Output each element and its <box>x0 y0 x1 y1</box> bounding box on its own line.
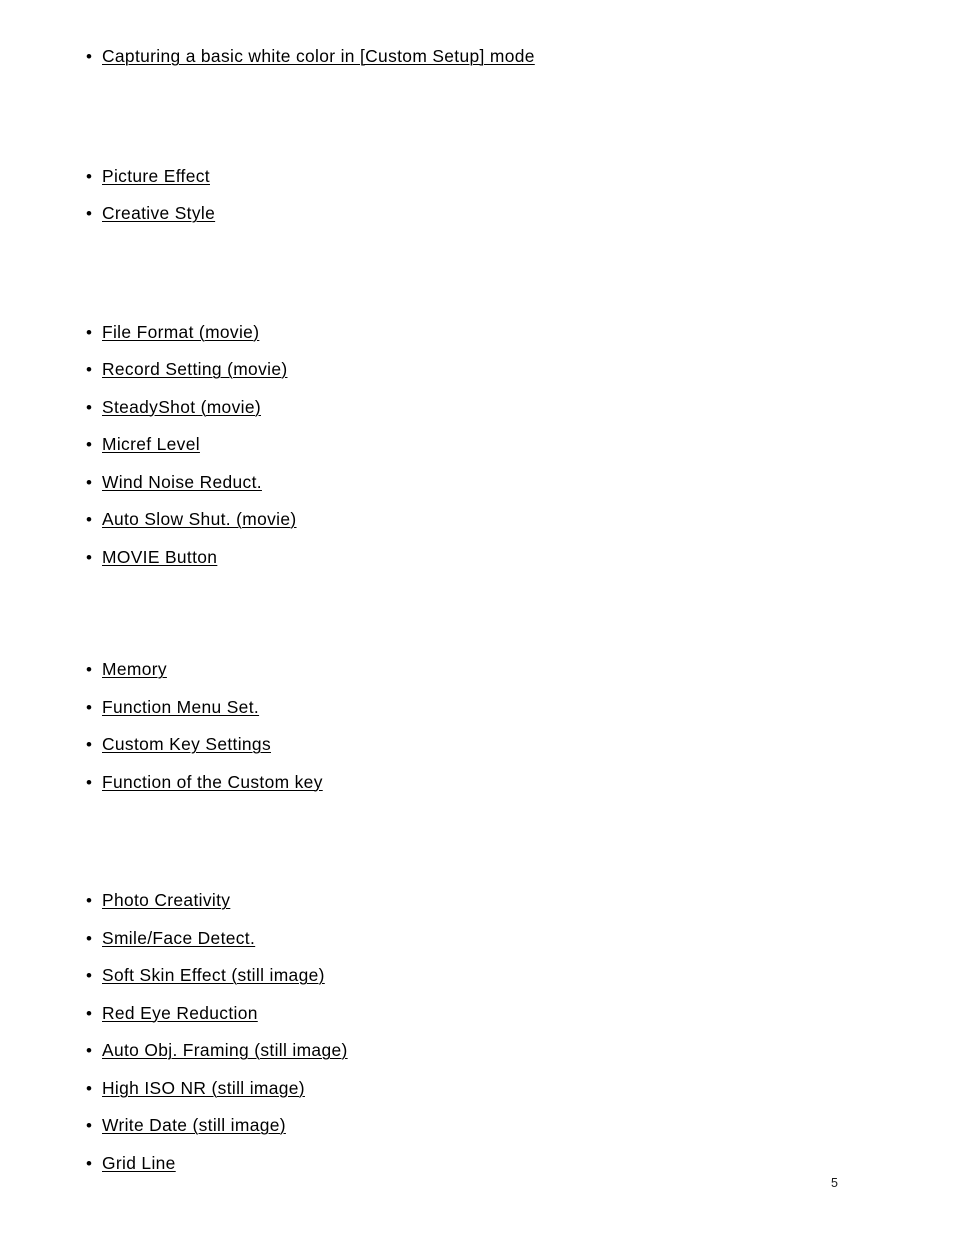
list-item[interactable]: • Function of the Custom key <box>0 764 954 802</box>
bullet-icon: • <box>86 697 92 717</box>
document-page: • Capturing a basic white color in [Cust… <box>0 0 954 1235</box>
toc-link[interactable]: Wind Noise Reduct. <box>102 472 262 492</box>
toc-link[interactable]: Smile/Face Detect. <box>102 928 255 948</box>
bullet-icon: • <box>86 1116 92 1135</box>
bullet-icon: • <box>86 928 92 948</box>
toc-link[interactable]: Capturing a basic white color in [Custom… <box>102 46 535 66</box>
toc-group-white-balance: • Capturing a basic white color in [Cust… <box>0 0 954 76</box>
toc-link[interactable]: Auto Slow Shut. (movie) <box>102 509 297 529</box>
toc-group-movie-settings: • File Format (movie) • Record Setting (… <box>0 233 954 577</box>
bullet-icon: • <box>86 772 92 792</box>
list-item[interactable]: • SteadyShot (movie) <box>0 389 954 427</box>
list-item[interactable]: • Photo Creativity <box>0 882 954 920</box>
toc-link[interactable]: Function Menu Set. <box>102 697 259 717</box>
bullet-icon: • <box>86 322 92 342</box>
toc-link[interactable]: Custom Key Settings <box>102 734 271 754</box>
bullet-icon: • <box>86 360 92 379</box>
toc-link[interactable]: SteadyShot (movie) <box>102 397 261 417</box>
list-item[interactable]: • Memory <box>0 651 954 689</box>
toc-link[interactable]: Write Date (still image) <box>102 1115 286 1135</box>
toc-group-custom-settings: • Memory • Function Menu Set. • Custom K… <box>0 576 954 801</box>
toc-group-still-image-settings: • Photo Creativity • Smile/Face Detect. … <box>0 801 954 1182</box>
page-number: 5 <box>831 1176 838 1190</box>
toc-link[interactable]: Memory <box>102 659 167 679</box>
toc-link[interactable]: Function of the Custom key <box>102 772 323 792</box>
bullet-icon: • <box>86 660 92 679</box>
toc-link[interactable]: Red Eye Reduction <box>102 1003 258 1023</box>
list-item[interactable]: • Function Menu Set. <box>0 689 954 727</box>
toc-link[interactable]: Auto Obj. Framing (still image) <box>102 1040 348 1060</box>
toc-link[interactable]: MOVIE Button <box>102 547 217 567</box>
bullet-icon: • <box>86 735 92 754</box>
list-item[interactable]: • Custom Key Settings <box>0 726 954 764</box>
list-item[interactable]: • High ISO NR (still image) <box>0 1070 954 1108</box>
bullet-icon: • <box>86 472 92 492</box>
bullet-icon: • <box>86 435 92 454</box>
list-item[interactable]: • Creative Style <box>0 195 954 233</box>
list-item[interactable]: • Write Date (still image) <box>0 1107 954 1145</box>
toc-link[interactable]: Micref Level <box>102 434 200 454</box>
bullet-icon: • <box>86 204 92 223</box>
toc-link[interactable]: Creative Style <box>102 203 215 223</box>
bullet-icon: • <box>86 510 92 529</box>
bullet-icon: • <box>86 1041 92 1060</box>
list-item[interactable]: • Capturing a basic white color in [Cust… <box>0 38 954 76</box>
bullet-icon: • <box>86 1078 92 1098</box>
toc-group-picture-style: • Picture Effect • Creative Style <box>0 76 954 233</box>
bullet-icon: • <box>86 47 92 66</box>
list-item[interactable]: • Micref Level <box>0 426 954 464</box>
bullet-icon: • <box>86 397 92 417</box>
toc-link[interactable]: Photo Creativity <box>102 890 230 910</box>
list-item[interactable]: • Picture Effect <box>0 158 954 196</box>
list-item[interactable]: • Red Eye Reduction <box>0 995 954 1033</box>
list-item[interactable]: • MOVIE Button <box>0 539 954 577</box>
toc-content: • Capturing a basic white color in [Cust… <box>0 0 954 1182</box>
list-item[interactable]: • Auto Slow Shut. (movie) <box>0 501 954 539</box>
toc-link[interactable]: File Format (movie) <box>102 322 259 342</box>
toc-link[interactable]: High ISO NR (still image) <box>102 1078 305 1098</box>
bullet-icon: • <box>86 966 92 985</box>
list-item[interactable]: • Record Setting (movie) <box>0 351 954 389</box>
list-item[interactable]: • Soft Skin Effect (still image) <box>0 957 954 995</box>
list-item[interactable]: • Smile/Face Detect. <box>0 920 954 958</box>
bullet-icon: • <box>86 891 92 910</box>
list-item[interactable]: • File Format (movie) <box>0 314 954 352</box>
list-item[interactable]: • Auto Obj. Framing (still image) <box>0 1032 954 1070</box>
list-item[interactable]: • Grid Line <box>0 1145 954 1183</box>
bullet-icon: • <box>86 547 92 567</box>
list-item[interactable]: • Wind Noise Reduct. <box>0 464 954 502</box>
bullet-icon: • <box>86 1153 92 1173</box>
toc-link[interactable]: Record Setting (movie) <box>102 359 288 379</box>
bullet-icon: • <box>86 166 92 186</box>
toc-link[interactable]: Grid Line <box>102 1153 176 1173</box>
toc-link[interactable]: Soft Skin Effect (still image) <box>102 965 325 985</box>
bullet-icon: • <box>86 1003 92 1023</box>
toc-link[interactable]: Picture Effect <box>102 166 210 186</box>
